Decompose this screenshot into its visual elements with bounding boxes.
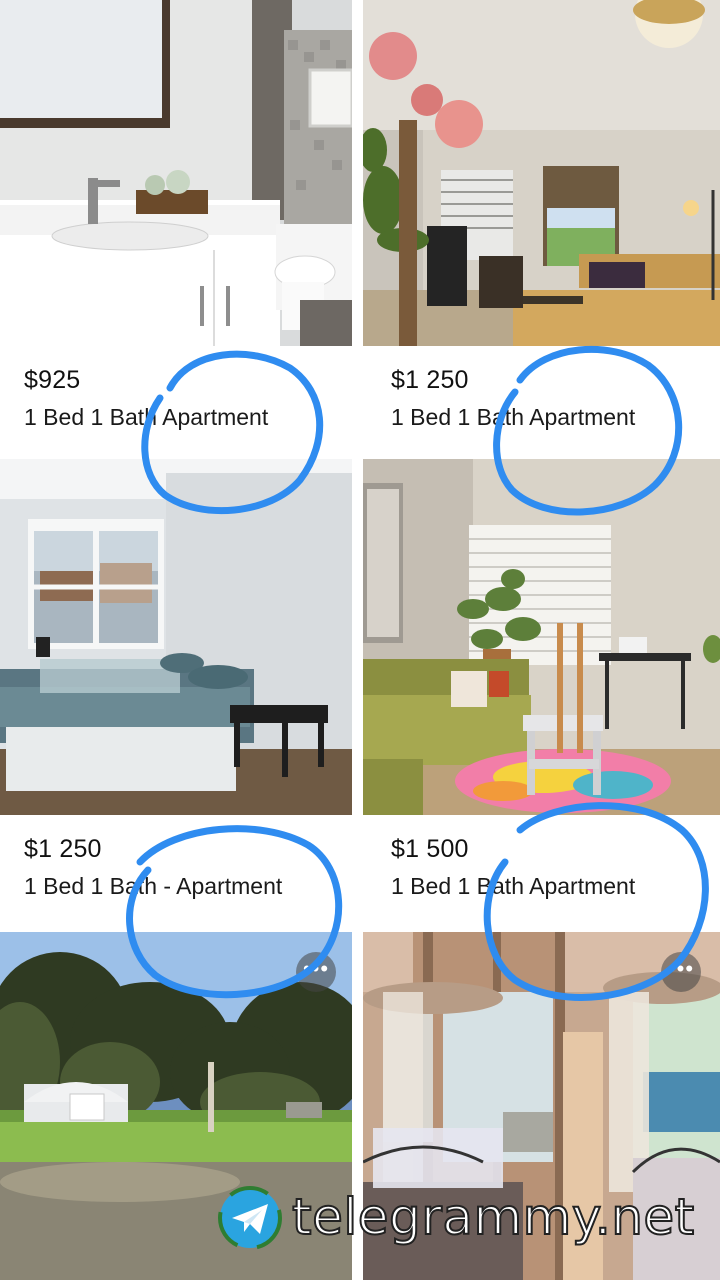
watermark-text: telegrammy.net — [291, 1187, 695, 1247]
listing-card-4[interactable]: $1 500 1 Bed 1 Bath Apartment — [363, 459, 720, 932]
more-options-button[interactable]: ••• — [296, 952, 336, 992]
listing-price: $1 250 — [24, 835, 102, 863]
listing-card-2[interactable]: $1 250 1 Bed 1 Bath Apartment — [363, 0, 720, 459]
listing-info[interactable]: $1 250 1 Bed 1 Bath Apartment — [363, 346, 720, 458]
listing-price: $925 — [24, 366, 81, 394]
listing-price: $1 500 — [391, 835, 469, 863]
more-options-button[interactable]: ••• — [661, 952, 701, 992]
listing-title: 1 Bed 1 Bath Apartment — [24, 404, 269, 430]
listing-price: $1 250 — [391, 366, 469, 394]
listing-title: 1 Bed 1 Bath Apartment — [391, 873, 636, 899]
bedroom-photo[interactable] — [0, 459, 352, 815]
listing-title: 1 Bed 1 Bath - Apartment — [24, 873, 283, 899]
listing-info[interactable]: $1 500 1 Bed 1 Bath Apartment — [363, 815, 720, 927]
telegram-paper-plane-icon — [218, 1186, 282, 1250]
watermark: telegrammy.net — [218, 1186, 698, 1252]
listing-card-1[interactable]: $925 1 Bed 1 Bath Apartment — [0, 0, 352, 459]
listing-card-3[interactable]: $1 250 1 Bed 1 Bath - Apartment — [0, 459, 352, 932]
listing-title: 1 Bed 1 Bath Apartment — [391, 404, 636, 430]
listing-info[interactable]: $1 250 1 Bed 1 Bath - Apartment — [0, 815, 352, 927]
listing-info[interactable]: $925 1 Bed 1 Bath Apartment — [0, 346, 352, 458]
sunlit-living-room-photo[interactable] — [363, 459, 720, 815]
living-room-photo[interactable] — [363, 0, 720, 346]
bathroom-photo[interactable] — [0, 0, 352, 346]
